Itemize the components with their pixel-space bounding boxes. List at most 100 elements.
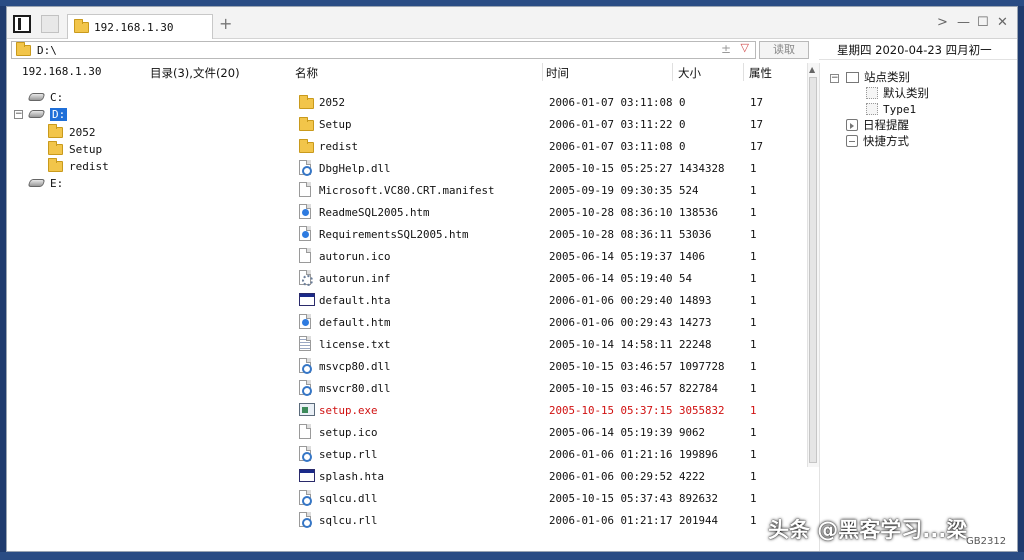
file-size: 138536 [679, 205, 719, 219]
file-time: 2006-01-06 00:29:40 [549, 293, 673, 307]
file-row[interactable]: redist 2006-01-07 03:11:08 0 17 [289, 135, 809, 157]
file-name: Microsoft.VC80.CRT.manifest [319, 183, 495, 197]
file-time: 2005-06-14 05:19:39 [549, 425, 673, 439]
file-name: license.txt [319, 337, 391, 351]
file-row[interactable]: sqlcu.rll 2006-01-06 01:21:17 201944 1 [289, 509, 809, 531]
collapse-toggle[interactable]: − [14, 110, 23, 119]
column-header-size[interactable]: 大小 [678, 65, 701, 81]
file-row[interactable]: ReadmeSQL2005.htm 2005-10-28 08:36:10 1385… [289, 201, 809, 223]
file-list-scrollbar[interactable]: ▲ [807, 63, 819, 467]
file-name: ReadmeSQL2005.htm [319, 205, 430, 219]
file-size: 14893 [679, 293, 712, 307]
file-row[interactable]: 2052 2006-01-07 03:11:08 0 17 [289, 91, 809, 113]
file-time: 2006-01-07 03:11:22 [549, 117, 673, 131]
html-file-icon [299, 314, 311, 329]
file-name: DbgHelp.dll [319, 161, 391, 175]
file-row[interactable]: DbgHelp.dll 2005-10-15 05:25:27 1434328 1 [289, 157, 809, 179]
tree-drive-e[interactable]: E: [27, 175, 63, 191]
file-attr: 17 [750, 139, 764, 153]
file-time: 2005-10-15 03:46:57 [549, 381, 673, 395]
column-divider[interactable] [542, 63, 543, 81]
maximize-button[interactable]: ☐ [977, 15, 989, 31]
file-row[interactable]: autorun.ico 2005-06-14 05:19:37 1406 1 [289, 245, 809, 267]
window-icon [846, 71, 859, 83]
file-name: setup.ico [319, 425, 378, 439]
file-icon-slot [299, 446, 315, 462]
column-header-name[interactable]: 名称 [295, 65, 318, 81]
tree-drive-d[interactable]: D: [27, 106, 68, 122]
path-input[interactable]: D:\ ± ▽ [11, 41, 756, 59]
tree-label: 日程提醒 [863, 118, 909, 132]
file-attr: 1 [750, 227, 757, 241]
file-row[interactable]: sqlcu.dll 2005-10-15 05:37:43 892632 1 [289, 487, 809, 509]
file-row[interactable]: msvcp80.dll 2005-10-15 03:46:57 1097728 1 [289, 355, 809, 377]
file-row[interactable]: setup.rll 2006-01-06 01:21:16 199896 1 [289, 443, 809, 465]
tree-drive-c[interactable]: C: [27, 89, 63, 105]
chevron-right-icon[interactable]: > [937, 15, 948, 31]
column-divider[interactable] [743, 63, 744, 81]
grid-view-icon[interactable] [41, 15, 59, 33]
close-button[interactable]: ✕ [997, 15, 1008, 31]
file-time: 2005-10-15 03:46:57 [549, 359, 673, 373]
file-row[interactable]: splash.hta 2006-01-06 00:29:52 4222 1 [289, 465, 809, 487]
file-attr: 1 [750, 425, 757, 439]
file-row[interactable]: autorun.inf 2005-06-14 05:19:40 54 1 [289, 267, 809, 289]
directory-tree-pane: 192.168.1.30 目录(3),文件(20) C: − D: 2052 S… [7, 63, 289, 551]
file-name: redist [319, 139, 359, 153]
file-icon-slot [299, 512, 315, 528]
tab-remote-host[interactable]: 192.168.1.30 [67, 14, 213, 39]
tree-schedule-reminder[interactable]: 日程提醒 [846, 117, 909, 133]
hta-app-icon [299, 469, 315, 482]
read-button[interactable]: 读取 [759, 41, 809, 59]
drive-icon [27, 93, 46, 101]
minimize-button[interactable]: — [957, 15, 970, 31]
dll-file-icon [299, 380, 312, 396]
file-icon-slot [299, 160, 315, 176]
scrollbar-thumb[interactable] [809, 77, 817, 463]
column-header-time[interactable]: 时间 [546, 65, 569, 81]
file-name: autorun.ico [319, 249, 391, 263]
tree-shortcuts[interactable]: 快捷方式 [846, 133, 909, 149]
file-row[interactable]: default.hta 2006-01-06 00:29:40 14893 1 [289, 289, 809, 311]
tree-default-category[interactable]: 默认类别 [866, 85, 929, 101]
file-time: 2005-10-28 08:36:10 [549, 205, 673, 219]
file-row[interactable]: setup.exe 2005-10-15 05:37:15 3055832 1 [289, 399, 809, 421]
text-file-icon [299, 336, 311, 351]
file-icon-slot [299, 182, 315, 198]
file-time: 2005-10-28 08:36:11 [549, 227, 673, 241]
chevron-down-icon[interactable]: ▽ [741, 41, 749, 54]
file-row[interactable]: default.htm 2006-01-06 00:29:43 14273 1 [289, 311, 809, 333]
tree-site-category[interactable]: 站点类别 [846, 69, 910, 85]
file-row[interactable]: Setup 2006-01-07 03:11:22 0 17 [289, 113, 809, 135]
folder-icon [48, 140, 63, 155]
tree-folder-redist[interactable]: redist [48, 157, 109, 174]
file-icon-slot [299, 380, 315, 396]
file-icon-slot [299, 358, 315, 374]
column-header-attr[interactable]: 属性 [749, 65, 772, 81]
file-row[interactable]: Microsoft.VC80.CRT.manifest 2005-09-19 09… [289, 179, 809, 201]
file-time: 2005-09-19 09:30:35 [549, 183, 673, 197]
file-name: setup.rll [319, 447, 378, 461]
file-attr: 1 [750, 205, 757, 219]
tree-folder-setup[interactable]: Setup [48, 140, 103, 157]
column-divider[interactable] [672, 63, 673, 81]
panel-layout-icon[interactable] [13, 15, 31, 33]
file-row[interactable]: setup.ico 2005-06-14 05:19:39 9062 1 [289, 421, 809, 443]
tree-type1[interactable]: Type1 [866, 101, 916, 117]
collapse-toggle[interactable]: − [830, 74, 839, 83]
file-row[interactable]: msvcr80.dll 2005-10-15 03:46:57 822784 1 [289, 377, 809, 399]
file-attr: 1 [750, 337, 757, 351]
file-attr: 1 [750, 447, 757, 461]
file-row[interactable]: license.txt 2005-10-14 14:58:11 22248 1 [289, 333, 809, 355]
file-time: 2006-01-06 00:29:43 [549, 315, 673, 329]
folder-label: Setup [69, 142, 103, 156]
new-tab-button[interactable]: + [219, 16, 232, 32]
file-row[interactable]: RequirementsSQL2005.htm 2005-10-28 08:36:… [289, 223, 809, 245]
scroll-up-icon[interactable]: ▲ [809, 65, 815, 74]
add-bookmark-icon[interactable]: ± [721, 42, 731, 56]
file-size: 201944 [679, 513, 719, 527]
tree-folder-2052[interactable]: 2052 [48, 123, 96, 140]
folder-label: redist [69, 159, 109, 173]
tree-label: 站点类别 [864, 70, 910, 84]
file-name: autorun.inf [319, 271, 391, 285]
